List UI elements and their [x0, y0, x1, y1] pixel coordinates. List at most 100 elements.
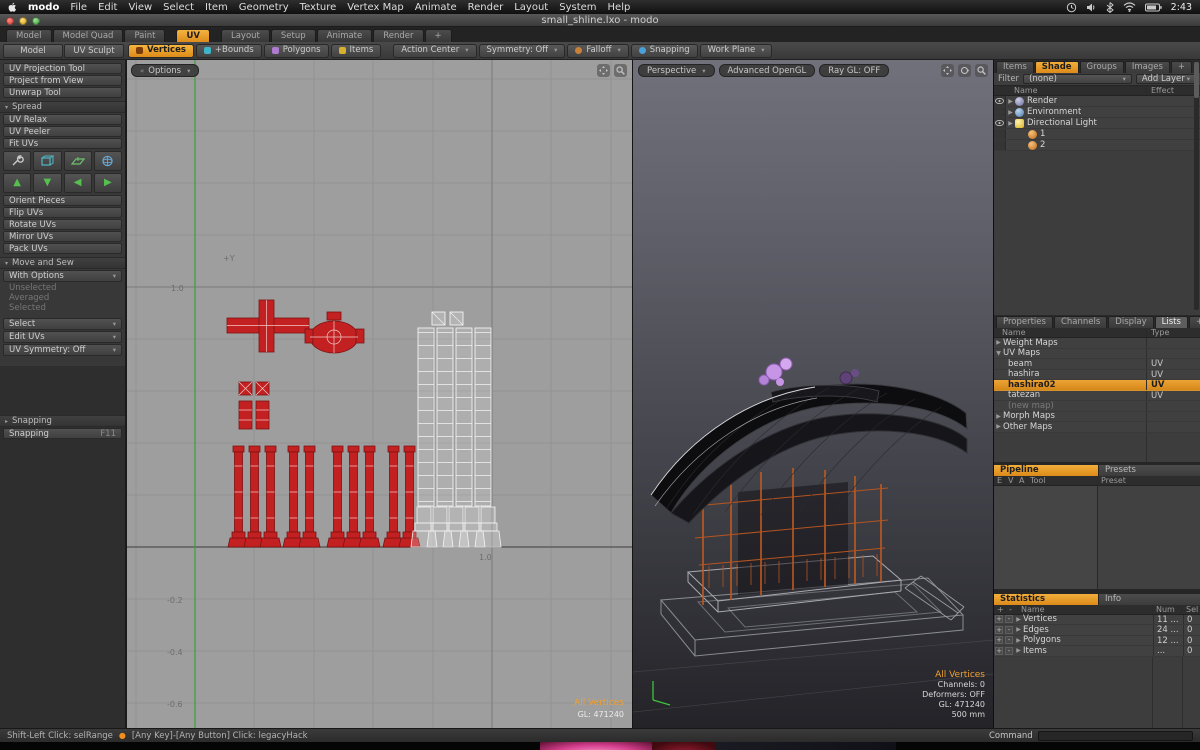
- vertices-mode-button[interactable]: Vertices: [128, 43, 194, 58]
- shader-row-environment[interactable]: ▶ Environment: [994, 107, 1200, 118]
- volume-icon[interactable]: [1086, 2, 1097, 13]
- expand-arrow-icon[interactable]: ▶: [1006, 109, 1015, 116]
- sphere-uv-tool-button[interactable]: [93, 151, 122, 171]
- add-layer-dropdown[interactable]: Add Layer ▾: [1135, 74, 1196, 84]
- work-plane-dropdown[interactable]: Work Plane ▾: [699, 43, 773, 58]
- expand-arrow-icon[interactable]: ▶: [1006, 98, 1015, 105]
- tab-display[interactable]: Display: [1108, 316, 1154, 328]
- tab-shader-tree[interactable]: Shade ...: [1034, 61, 1079, 83]
- menu-help[interactable]: Help: [608, 2, 631, 13]
- shader-row-layer-1[interactable]: 1: [994, 129, 1200, 140]
- tab-add[interactable]: +: [424, 29, 452, 42]
- pack-uvs-button[interactable]: Pack UVs: [3, 243, 122, 254]
- menu-layout[interactable]: Layout: [514, 2, 548, 13]
- menu-vertex-map[interactable]: Vertex Map: [347, 2, 403, 13]
- uv-symmetry-dropdown[interactable]: UV Symmetry: Off ▾: [3, 344, 122, 356]
- orbit-view-icon[interactable]: [958, 64, 971, 77]
- menu-item[interactable]: Item: [205, 2, 228, 13]
- box-uv-tool-button[interactable]: [33, 151, 62, 171]
- tab-layout[interactable]: Layout: [220, 29, 270, 42]
- presets-title[interactable]: Presets: [1098, 464, 1200, 476]
- uv-islands-selected[interactable]: [226, 299, 421, 548]
- list-row-morph-maps[interactable]: ▶ Morph Maps: [994, 411, 1200, 422]
- snapping-section-header[interactable]: ▸ Snapping: [0, 415, 125, 427]
- filter-dropdown[interactable]: (none) ▾: [1023, 74, 1132, 84]
- tab-lists[interactable]: Lists: [1154, 316, 1188, 328]
- uv-islands-unselected[interactable]: [410, 311, 502, 548]
- uv-relax-button[interactable]: UV Relax: [3, 114, 122, 125]
- zoom-view-icon[interactable]: [975, 64, 988, 77]
- snapping-button[interactable]: Snapping F11: [3, 428, 122, 439]
- list-row-hashira[interactable]: hashira UV: [994, 369, 1200, 380]
- collapse-minus-icon[interactable]: -: [1005, 625, 1013, 634]
- move-and-sew-section-header[interactable]: ▾ Move and Sew: [0, 257, 125, 269]
- menu-select[interactable]: Select: [163, 2, 194, 13]
- flip-uvs-button[interactable]: Flip UVs: [3, 207, 122, 218]
- collapse-minus-icon[interactable]: -: [1005, 636, 1013, 645]
- advanced-opengl-button[interactable]: Advanced OpenGL: [718, 64, 816, 77]
- list-row-other-maps[interactable]: ▶ Other Maps: [994, 422, 1200, 433]
- shader-row-render[interactable]: ▶ Render: [994, 96, 1200, 107]
- pan-view-icon[interactable]: [597, 64, 610, 77]
- list-row-beam[interactable]: beam UV: [994, 359, 1200, 370]
- symmetry-dropdown[interactable]: Symmetry: Off ▾: [478, 43, 566, 58]
- mirror-uvs-button[interactable]: Mirror UVs: [3, 231, 122, 242]
- pan-view-icon[interactable]: [941, 64, 954, 77]
- window-titlebar[interactable]: small_shline.lxo - modo: [0, 14, 1200, 27]
- bounds-mode-button[interactable]: +Bounds: [195, 43, 262, 58]
- stat-row-polygons[interactable]: + - ▶ Polygons 12 ... 0: [994, 635, 1200, 646]
- rotate-uvs-button[interactable]: Rotate UVs: [3, 219, 122, 230]
- tab-uv[interactable]: UV: [176, 29, 210, 42]
- uv-peeler-button[interactable]: UV Peeler: [3, 126, 122, 137]
- tab-channels[interactable]: Channels: [1053, 316, 1108, 328]
- tab-model[interactable]: Model: [6, 29, 52, 42]
- list-row-weight-maps[interactable]: ▶ Weight Maps: [994, 338, 1200, 349]
- tab-add-panel[interactable]: +: [1188, 316, 1200, 328]
- tab-paint[interactable]: Paint: [124, 29, 166, 42]
- wifi-icon[interactable]: [1123, 2, 1136, 12]
- perspective-3d-viewport[interactable]: Perspective ▾ Advanced OpenGL Ray GL: OFF…: [632, 60, 993, 728]
- expand-plus-icon[interactable]: +: [995, 636, 1003, 645]
- timemachine-icon[interactable]: [1066, 2, 1077, 13]
- tab-items[interactable]: Items: [996, 61, 1034, 73]
- arrow-left-tool-button[interactable]: ◀: [63, 173, 92, 193]
- battery-icon[interactable]: [1144, 3, 1162, 12]
- tab-setup[interactable]: Setup: [270, 29, 316, 42]
- tab-add-panel[interactable]: +: [1170, 61, 1193, 73]
- menu-edit[interactable]: Edit: [98, 2, 117, 13]
- zoom-view-icon[interactable]: [614, 64, 627, 77]
- shader-tree-scrollbar[interactable]: [1194, 60, 1199, 310]
- list-row-tatezan[interactable]: tatezan UV: [994, 390, 1200, 401]
- tab-sidebar-model[interactable]: Model: [3, 43, 63, 58]
- tab-render[interactable]: Render: [373, 29, 424, 42]
- unwrap-tool-button[interactable]: Unwrap Tool: [3, 87, 122, 98]
- tab-model-quad[interactable]: Model Quad: [52, 29, 124, 42]
- with-options-dropdown[interactable]: With Options ▾: [3, 270, 122, 282]
- collapse-minus-icon[interactable]: -: [1005, 615, 1013, 624]
- expand-arrow-icon[interactable]: ▶: [1006, 120, 1015, 127]
- arrow-right-tool-button[interactable]: ▶: [93, 173, 122, 193]
- uv-options-dropdown[interactable]: « Options ▾: [131, 64, 200, 77]
- app-menu[interactable]: modo: [28, 2, 59, 13]
- project-from-view-button[interactable]: Project from View: [3, 75, 122, 86]
- select-dropdown[interactable]: Select ▾: [3, 318, 122, 330]
- tab-sidebar-uv-sculpt[interactable]: UV Sculpt: [64, 43, 124, 58]
- menubar-clock[interactable]: 2:43: [1171, 2, 1192, 13]
- uv-projection-tool-button[interactable]: UV Projection Tool: [3, 63, 122, 74]
- stat-row-edges[interactable]: + - ▶ Edges 24 ... 0: [994, 625, 1200, 636]
- polygons-mode-button[interactable]: Polygons: [263, 43, 329, 58]
- pipeline-body[interactable]: [994, 485, 1200, 589]
- menu-system[interactable]: System: [559, 2, 596, 13]
- bluetooth-icon[interactable]: [1106, 1, 1114, 13]
- statistics-title[interactable]: Statistics: [994, 593, 1098, 605]
- plane-uv-tool-button[interactable]: [63, 151, 92, 171]
- list-row-hashira02-selected[interactable]: hashira02 UV: [994, 380, 1200, 391]
- apple-menu-icon[interactable]: [8, 2, 17, 13]
- pipeline-preset-list[interactable]: [1098, 485, 1200, 589]
- stat-row-vertices[interactable]: + - ▶ Vertices 11 ... 0: [994, 614, 1200, 625]
- expand-plus-icon[interactable]: +: [995, 625, 1003, 634]
- raygl-button[interactable]: Ray GL: OFF: [819, 64, 890, 77]
- shader-row-directional-light[interactable]: ▶ Directional Light: [994, 118, 1200, 129]
- edit-uvs-dropdown[interactable]: Edit UVs ▾: [3, 331, 122, 343]
- info-title[interactable]: Info: [1098, 593, 1200, 605]
